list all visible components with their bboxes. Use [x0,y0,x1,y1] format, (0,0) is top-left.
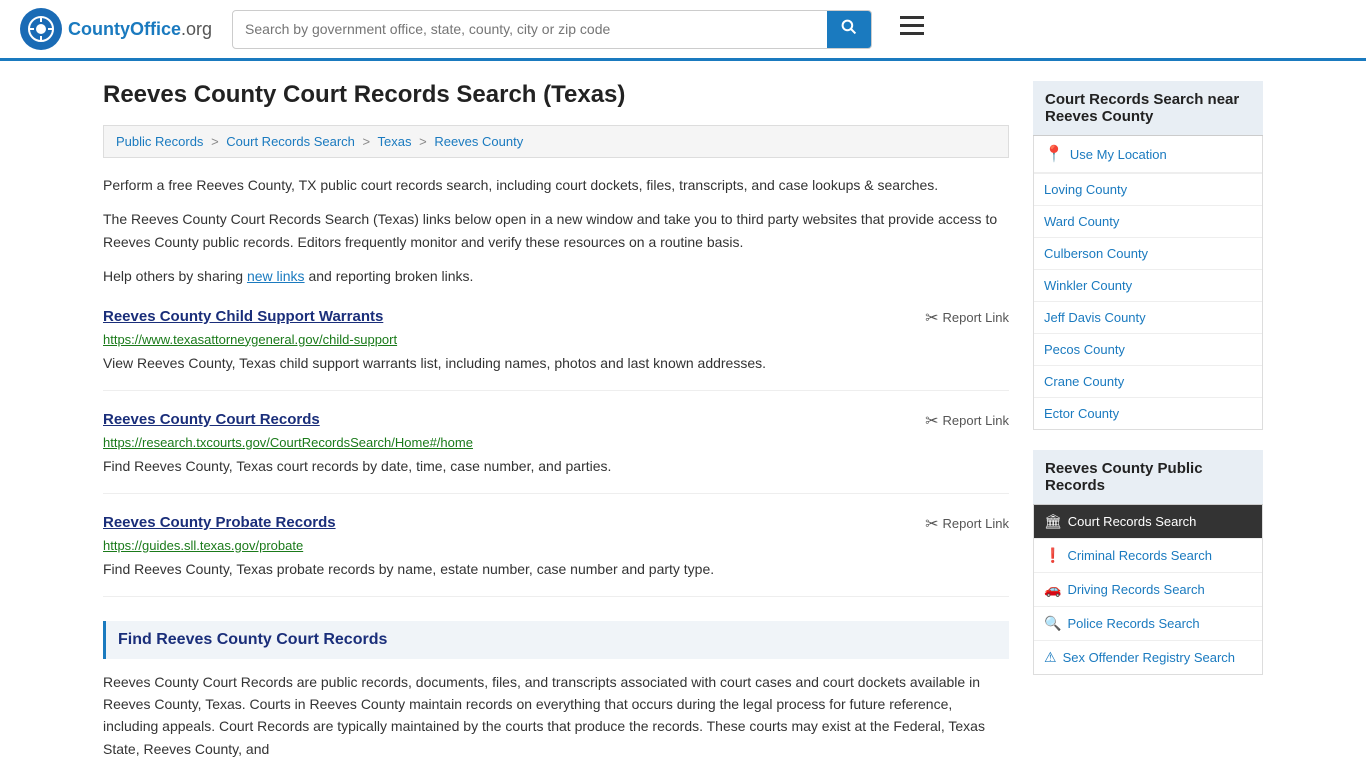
criminal-icon: ❗ [1044,547,1061,564]
nearby-section: Court Records Search near Reeves County … [1033,81,1263,430]
record-header-3: Reeves County Probate Records ✂ Report L… [103,514,1009,534]
report-link-btn-3[interactable]: ✂ Report Link [925,514,1009,534]
nearby-county-ector-link[interactable]: Ector County [1034,398,1262,429]
scissors-icon-1: ✂ [925,308,938,328]
nearby-county-loving-link[interactable]: Loving County [1034,174,1262,205]
new-links-link[interactable]: new links [247,268,305,284]
nearby-county-pecos-link[interactable]: Pecos County [1034,334,1262,365]
record-title-probate[interactable]: Reeves County Probate Records [103,514,336,531]
nearby-county-culberson-link[interactable]: Culberson County [1034,238,1262,269]
nearby-county-jeff-davis-link[interactable]: Jeff Davis County [1034,302,1262,333]
intro-paragraph-3: Help others by sharing new links and rep… [103,265,1009,287]
nearby-title: Court Records Search near Reeves County [1033,81,1263,136]
nearby-county-crane[interactable]: Crane County [1034,366,1262,398]
record-entry-probate: Reeves County Probate Records ✂ Report L… [103,514,1009,597]
logo-icon [20,8,62,50]
nearby-county-ward[interactable]: Ward County [1034,206,1262,238]
breadcrumb-texas[interactable]: Texas [378,134,412,149]
location-pin-icon: 📍 [1044,144,1064,164]
search-input[interactable] [233,13,827,45]
nearby-county-ward-link[interactable]: Ward County [1034,206,1262,237]
court-icon: 🏛 [1044,513,1062,530]
record-entry-court-records: Reeves County Court Records ✂ Report Lin… [103,411,1009,494]
record-desc-court-records: Find Reeves County, Texas court records … [103,456,1009,477]
warning-icon: ⚠ [1044,649,1057,666]
nearby-county-pecos[interactable]: Pecos County [1034,334,1262,366]
intro-paragraph-1: Perform a free Reeves County, TX public … [103,174,1009,196]
public-records-list: 🏛 Court Records Search ❗ Criminal Record… [1033,505,1263,675]
main-content: Reeves County Court Records Search (Texa… [103,81,1009,760]
driving-icon: 🚗 [1044,581,1061,598]
record-header-2: Reeves County Court Records ✂ Report Lin… [103,411,1009,431]
pub-rec-police-link[interactable]: 🔍 Police Records Search [1034,607,1262,640]
find-records-heading: Find Reeves County Court Records [103,621,1009,659]
pub-rec-police[interactable]: 🔍 Police Records Search [1034,607,1262,641]
public-records-section: Reeves County Public Records 🏛 Court Rec… [1033,450,1263,675]
section-body-text: Reeves County Court Records are public r… [103,671,1009,761]
site-header: CountyOffice.org [0,0,1366,61]
search-button[interactable] [827,11,871,48]
pub-rec-driving-link[interactable]: 🚗 Driving Records Search [1034,573,1262,606]
sidebar: Court Records Search near Reeves County … [1033,81,1263,760]
nearby-county-ector[interactable]: Ector County [1034,398,1262,429]
record-header-1: Reeves County Child Support Warrants ✂ R… [103,308,1009,328]
use-location-link[interactable]: 📍 Use My Location [1034,136,1262,173]
nearby-county-crane-link[interactable]: Crane County [1034,366,1262,397]
breadcrumb-reeves-county[interactable]: Reeves County [434,134,523,149]
record-url-child-support[interactable]: https://www.texasattorneygeneral.gov/chi… [103,332,1009,347]
page-title: Reeves County Court Records Search (Texa… [103,81,1009,109]
site-logo[interactable]: CountyOffice.org [20,8,212,50]
record-url-court-records[interactable]: https://research.txcourts.gov/CourtRecor… [103,435,1009,450]
scissors-icon-3: ✂ [925,514,938,534]
nearby-county-winkler[interactable]: Winkler County [1034,270,1262,302]
record-title-court-records[interactable]: Reeves County Court Records [103,411,320,428]
pub-rec-court-records[interactable]: 🏛 Court Records Search [1034,505,1262,539]
pub-rec-court-records-link[interactable]: 🏛 Court Records Search [1034,505,1262,538]
search-bar [232,10,872,49]
public-records-title: Reeves County Public Records [1033,450,1263,505]
scissors-icon-2: ✂ [925,411,938,431]
record-desc-child-support: View Reeves County, Texas child support … [103,353,1009,374]
report-link-btn-1[interactable]: ✂ Report Link [925,308,1009,328]
breadcrumb: Public Records > Court Records Search > … [103,125,1009,158]
record-desc-probate: Find Reeves County, Texas probate record… [103,559,1009,580]
nearby-county-jeff-davis[interactable]: Jeff Davis County [1034,302,1262,334]
pub-rec-sex-offender-link[interactable]: ⚠ Sex Offender Registry Search [1034,641,1262,674]
nearby-county-loving[interactable]: Loving County [1034,174,1262,206]
pub-rec-criminal[interactable]: ❗ Criminal Records Search [1034,539,1262,573]
nearby-county-culberson[interactable]: Culberson County [1034,238,1262,270]
nearby-county-winkler-link[interactable]: Winkler County [1034,270,1262,301]
pub-rec-sex-offender[interactable]: ⚠ Sex Offender Registry Search [1034,641,1262,674]
use-location-item[interactable]: 📍 Use My Location [1034,136,1262,174]
intro-paragraph-2: The Reeves County Court Records Search (… [103,208,1009,253]
record-url-probate[interactable]: https://guides.sll.texas.gov/probate [103,538,1009,553]
breadcrumb-court-records[interactable]: Court Records Search [226,134,355,149]
logo-text: CountyOffice.org [68,19,212,40]
report-link-btn-2[interactable]: ✂ Report Link [925,411,1009,431]
breadcrumb-public-records[interactable]: Public Records [116,134,203,149]
main-container: Reeves County Court Records Search (Texa… [83,61,1283,780]
pub-rec-criminal-link[interactable]: ❗ Criminal Records Search [1034,539,1262,572]
record-entry-child-support: Reeves County Child Support Warrants ✂ R… [103,308,1009,391]
menu-button[interactable] [892,12,932,46]
pub-rec-driving[interactable]: 🚗 Driving Records Search [1034,573,1262,607]
record-title-child-support[interactable]: Reeves County Child Support Warrants [103,308,383,325]
nearby-counties-list: 📍 Use My Location Loving County Ward Cou… [1033,136,1263,430]
police-icon: 🔍 [1044,615,1061,632]
